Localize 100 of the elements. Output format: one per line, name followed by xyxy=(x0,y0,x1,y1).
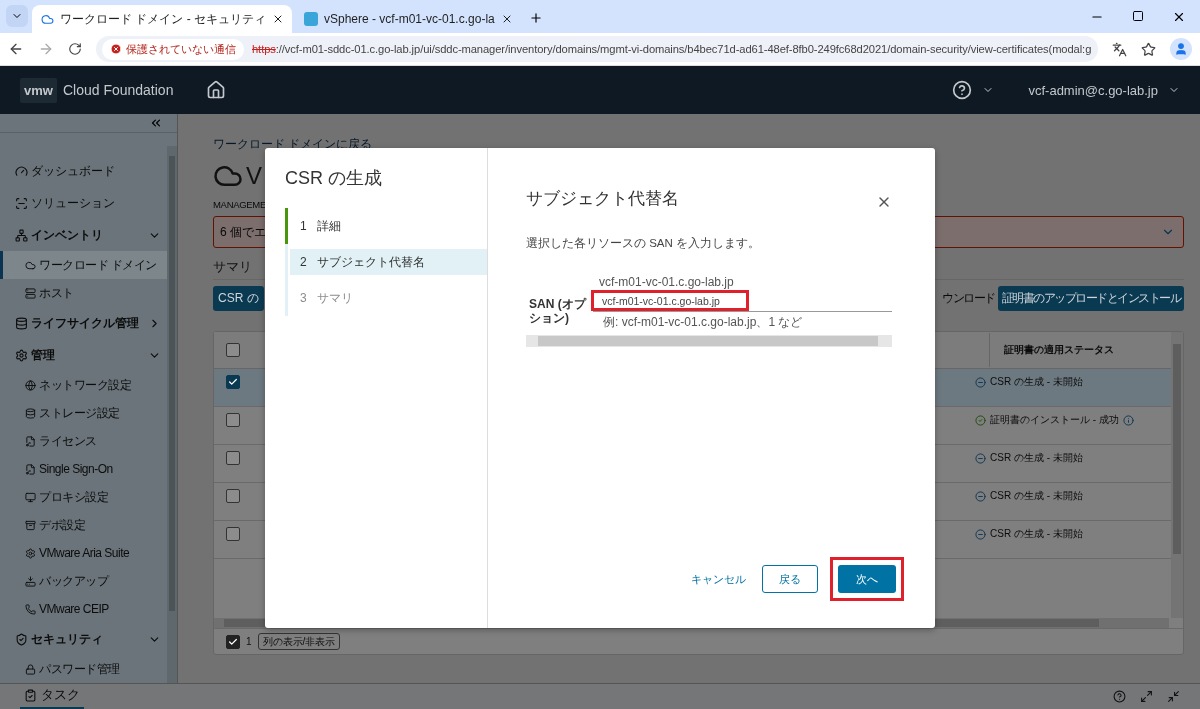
pending-icon xyxy=(975,452,986,464)
reload-icon[interactable] xyxy=(68,42,82,56)
column-header: 証明書の適用ステータス xyxy=(989,333,1161,367)
nav-icon xyxy=(15,164,28,178)
tab-menu-button[interactable] xyxy=(6,5,28,27)
status-text: CSR の生成 - 未開始 xyxy=(990,375,1083,389)
browser-tab[interactable]: vSphere - vcf-m01-vc-01.c.go-la xyxy=(296,5,521,33)
nav-item[interactable]: パスワード管理 xyxy=(0,655,167,683)
nav-icon xyxy=(25,287,36,299)
nav-icon xyxy=(25,603,36,615)
collapse-icon[interactable] xyxy=(149,116,163,130)
step-heading: サブジェクト代替名 xyxy=(526,187,679,210)
columns-toggle-button[interactable]: 列の表示/非表示 xyxy=(257,633,341,650)
site-icon xyxy=(304,12,318,26)
checkbox[interactable] xyxy=(226,634,240,649)
wizard-step[interactable]: 2 サブジェクト代替名 xyxy=(290,249,487,275)
nav-icon xyxy=(25,575,36,587)
nav-item[interactable]: ワークロード ドメイン xyxy=(0,251,167,279)
checkbox[interactable] xyxy=(226,527,240,541)
check-icon xyxy=(228,377,238,387)
nav-item[interactable]: ホスト xyxy=(0,279,167,307)
dialog-title: CSR の生成 xyxy=(285,167,383,190)
upload-install-button[interactable]: 証明書のアップロードとインストール xyxy=(997,286,1184,311)
nav-item[interactable]: Single Sign-On xyxy=(0,455,167,483)
address-field[interactable]: 保護されていない通信 https://vcf-m01-sddc-01.c.go-lab.jp/ui/sddc-manager/inventory/domains/mgmt-vi-domains/b4bec71d-ad61-48ef-8fb0-249fc68d2021/domain-security/view-certificates(modal:g xyxy=(96,36,1098,62)
expand-icon[interactable] xyxy=(1140,690,1153,703)
nav-icon xyxy=(15,348,28,362)
nav-icon xyxy=(15,196,28,210)
logo: vmw xyxy=(20,77,57,103)
status-text: 証明書のインストール - 成功 xyxy=(990,413,1119,427)
cloud-icon xyxy=(40,12,54,26)
tasks-tab[interactable]: タスク xyxy=(20,683,84,709)
clipboard-icon xyxy=(24,688,37,702)
summary-tab[interactable]: サマリ xyxy=(213,259,252,276)
alert-text: 6 個でエ xyxy=(220,223,266,241)
nav-icon xyxy=(15,632,28,646)
field-label: SAN (オプション) xyxy=(529,296,588,325)
star-icon[interactable] xyxy=(1141,41,1156,57)
nav-icon xyxy=(25,663,36,675)
nav-icon xyxy=(25,519,36,531)
nav-icon xyxy=(25,259,36,271)
back-button[interactable]: 戻る xyxy=(762,565,818,593)
nav-section[interactable]: ライフサイクル管理 xyxy=(0,307,167,339)
status-text: CSR の生成 - 未開始 xyxy=(990,489,1083,503)
pending-icon xyxy=(975,528,986,540)
checkbox[interactable] xyxy=(226,451,240,465)
nav-section[interactable]: セキュリティ xyxy=(0,623,167,655)
nav-section[interactable]: インベントリ xyxy=(0,219,167,251)
nav-item[interactable]: プロキシ設定 xyxy=(0,483,167,511)
selected-count: 1 xyxy=(246,636,252,647)
new-tab-icon[interactable] xyxy=(528,11,543,25)
nav-icon xyxy=(25,407,36,419)
close-icon[interactable] xyxy=(272,13,284,25)
maximize-icon[interactable] xyxy=(1132,9,1144,22)
security-chip[interactable]: 保護されていない通信 xyxy=(102,38,244,60)
download-link[interactable]: ウンロード xyxy=(942,290,995,307)
error-icon xyxy=(110,43,122,55)
nav-icon xyxy=(15,316,28,330)
cancel-button[interactable]: キャンセル xyxy=(687,571,750,587)
san-input-field[interactable]: vcf-m01-vc-01.c.go-lab.jp xyxy=(593,291,892,312)
info-icon[interactable] xyxy=(1122,414,1134,426)
checkbox[interactable] xyxy=(226,343,240,357)
checkbox[interactable] xyxy=(226,375,240,389)
nav-icon xyxy=(25,491,36,503)
field-hint: 例: vcf-m01-vc-01.c.go-lab.jp、1 など xyxy=(603,314,803,331)
nav-item[interactable]: バックアップ xyxy=(0,567,167,595)
nav-item[interactable]: VMware Aria Suite xyxy=(0,539,167,567)
wizard-step[interactable]: 1 詳細 xyxy=(290,213,487,239)
domain-type: MANAGEME xyxy=(213,199,267,210)
nav-icon xyxy=(25,379,36,391)
browser-tab[interactable]: ワークロード ドメイン - セキュリティ xyxy=(32,5,292,33)
status-text: CSR の生成 - 未開始 xyxy=(990,527,1083,541)
nav-icon xyxy=(15,228,28,242)
step-description: 選択した各リソースの SAN を入力します。 xyxy=(526,236,761,251)
pending-icon xyxy=(975,490,986,502)
product-name: Cloud Foundation xyxy=(62,82,174,98)
nav-section[interactable]: 管理 xyxy=(0,339,167,371)
resource-name: vcf-m01-vc-01.c.go-lab.jp xyxy=(599,275,734,289)
check-icon xyxy=(228,636,238,647)
home-icon[interactable] xyxy=(206,80,227,100)
checkbox[interactable] xyxy=(226,489,240,503)
nav-item[interactable]: VMware CEIP xyxy=(0,595,167,623)
user-menu[interactable]: vcf-admin@c.go-lab.jp xyxy=(1028,82,1158,98)
nav-item[interactable]: ライセンス xyxy=(0,427,167,455)
page-title: V xyxy=(246,162,262,190)
back-icon[interactable] xyxy=(8,41,24,57)
checkbox[interactable] xyxy=(226,413,240,427)
nav-item[interactable]: デポ設定 xyxy=(0,511,167,539)
security-text: 保護されていない通信 xyxy=(126,41,236,57)
nav-item[interactable]: ネットワーク設定 xyxy=(0,371,167,399)
nav-icon xyxy=(25,547,36,559)
nav-item[interactable]: ソリューション xyxy=(0,187,167,219)
collapse-icon[interactable] xyxy=(1167,690,1180,703)
translate-icon[interactable] xyxy=(1112,41,1127,57)
next-button[interactable]: 次へ xyxy=(838,565,896,593)
profile-icon[interactable] xyxy=(1170,38,1192,60)
nav-item[interactable]: ダッシュボード xyxy=(0,155,167,187)
generate-csr-button[interactable]: CSR の xyxy=(213,286,264,311)
status-text: CSR の生成 - 未開始 xyxy=(990,451,1083,465)
nav-item[interactable]: ストレージ設定 xyxy=(0,399,167,427)
